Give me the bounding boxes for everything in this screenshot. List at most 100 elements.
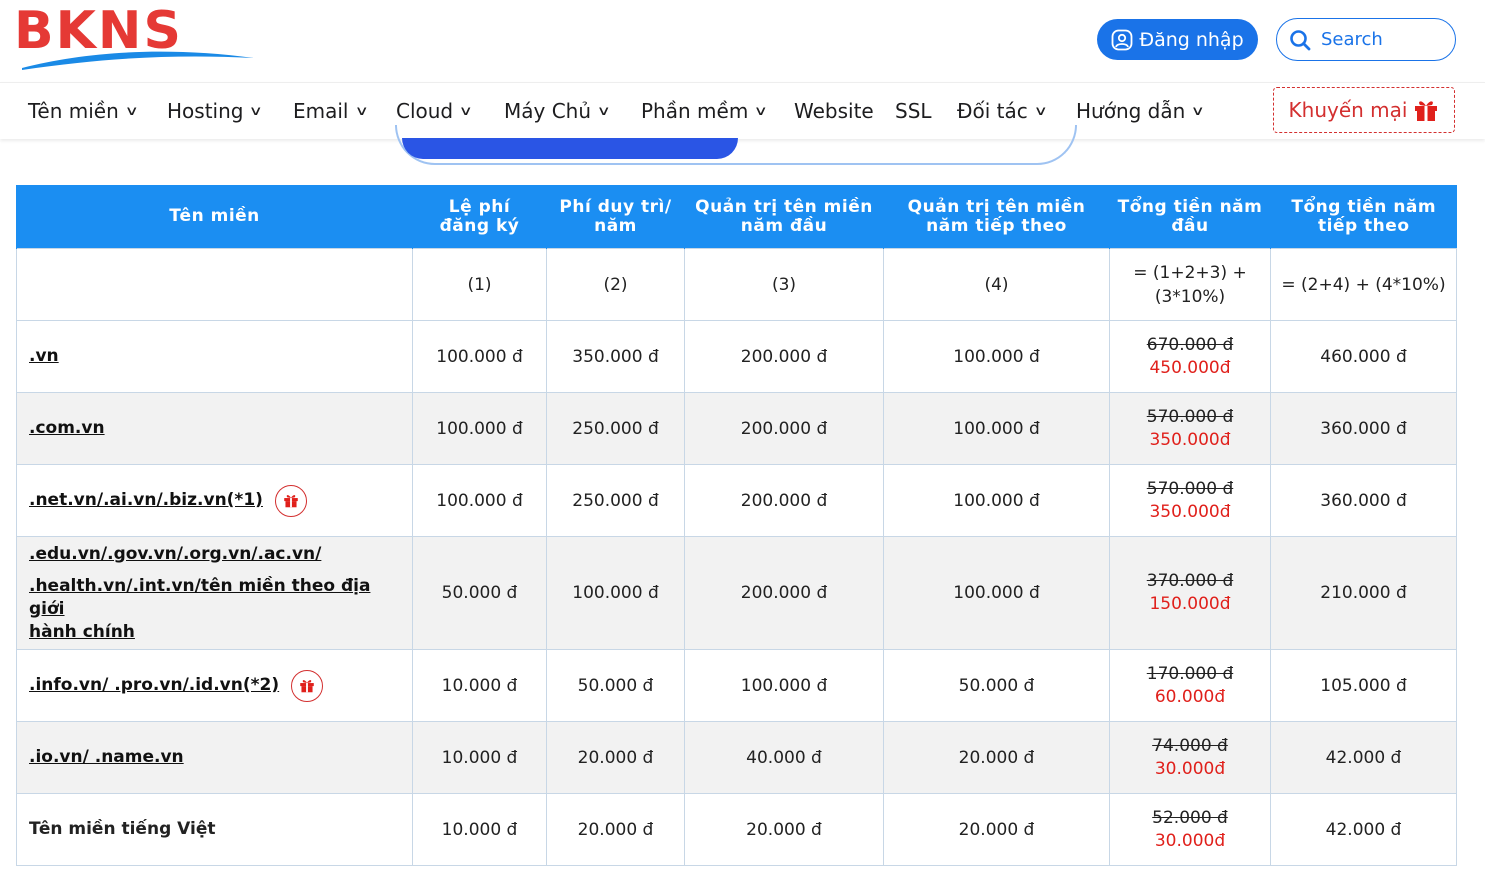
login-button[interactable]: Đăng nhập bbox=[1097, 19, 1258, 60]
domain-link[interactable]: .health.vn/.int.vn/tên miền theo địa giớ… bbox=[29, 576, 370, 619]
price-cell-admin2: 20.000 đ bbox=[883, 793, 1110, 866]
domain-link[interactable]: .info.vn/ .pro.vn/.id.vn(*2) bbox=[29, 675, 279, 695]
nav-label: Hosting bbox=[167, 99, 244, 123]
search-box[interactable] bbox=[1276, 18, 1456, 61]
total-next-year-cell: 360.000 đ bbox=[1270, 392, 1457, 465]
nav-item-hosting[interactable]: Hosting ∨ bbox=[167, 83, 264, 139]
domain-link[interactable]: .io.vn/ .name.vn bbox=[29, 747, 184, 767]
price-cell-maint: 20.000 đ bbox=[546, 793, 685, 866]
domain-label: Tên miền tiếng Việt bbox=[29, 819, 216, 839]
domain-link[interactable]: .vn bbox=[29, 346, 59, 366]
logo-mark: BKNS bbox=[14, 1, 254, 70]
domain-name-cell: .com.vn bbox=[16, 392, 413, 465]
sale-price: 30.000đ bbox=[1154, 830, 1226, 851]
old-price: 170.000 đ bbox=[1146, 663, 1234, 684]
gift-icon[interactable] bbox=[274, 484, 307, 517]
price-cell-admin1: 20.000 đ bbox=[684, 793, 884, 866]
price-cell-admin2: 100.000 đ bbox=[883, 392, 1110, 465]
domain-link[interactable]: .edu.vn/.gov.vn/.org.vn/.ac.vn/ bbox=[29, 544, 321, 564]
col-header-le-phi: Lệ phí đăng ký bbox=[412, 185, 547, 249]
domain-link[interactable]: .net.vn/.ai.vn/.biz.vn(*1) bbox=[29, 490, 263, 510]
old-price: 74.000 đ bbox=[1152, 735, 1228, 756]
formula-cell: = (1+2+3) + (3*10%) bbox=[1109, 248, 1271, 321]
promo-label: Khuyến mại bbox=[1288, 98, 1408, 122]
sale-price: 30.000đ bbox=[1154, 758, 1226, 779]
table-row: .info.vn/ .pro.vn/.id.vn(*2) 10.000 đ 50.0… bbox=[16, 649, 1457, 722]
old-price: 52.000 đ bbox=[1152, 807, 1228, 828]
col-header-quan-tri-nam-tiep: Quản trị tên miền năm tiếp theo bbox=[883, 185, 1110, 249]
total-next-year-cell: 42.000 đ bbox=[1270, 793, 1457, 866]
col-header-tong-nam-dau: Tổng tiền năm đầu bbox=[1109, 185, 1271, 249]
total-next-year-cell: 210.000 đ bbox=[1270, 536, 1457, 650]
price-cell-maint: 350.000 đ bbox=[546, 320, 685, 393]
formula-cell: (3) bbox=[684, 248, 884, 321]
nav-label: Website bbox=[794, 99, 874, 123]
price-cell-reg: 10.000 đ bbox=[412, 649, 547, 722]
total-first-year-cell: 74.000 đ 30.000đ bbox=[1109, 721, 1271, 794]
chevron-down-icon: ∨ bbox=[1033, 103, 1048, 119]
price-cell-reg: 50.000 đ bbox=[412, 536, 547, 650]
col-header-ten-mien: Tên miền bbox=[16, 185, 413, 249]
chevron-down-icon: ∨ bbox=[596, 103, 611, 119]
search-icon[interactable] bbox=[1289, 29, 1311, 51]
chevron-down-icon: ∨ bbox=[249, 103, 264, 119]
hero-tab-active[interactable] bbox=[402, 138, 738, 159]
top-header: BKNS Đăng nhập bbox=[0, 0, 1485, 82]
chevron-down-icon: ∨ bbox=[1190, 103, 1206, 119]
price-cell-admin2: 50.000 đ bbox=[883, 649, 1110, 722]
price-cell-reg: 10.000 đ bbox=[412, 793, 547, 866]
nav-label: Hướng dẫn bbox=[1076, 99, 1186, 123]
domain-name-cell: Tên miền tiếng Việt bbox=[16, 793, 413, 866]
table-row: .io.vn/ .name.vn 10.000 đ 20.000 đ 40.000 đ… bbox=[16, 721, 1457, 794]
domain-name-cell: .io.vn/ .name.vn bbox=[16, 721, 413, 794]
nav-label: Tên miền bbox=[28, 99, 119, 123]
sale-price: 450.000đ bbox=[1149, 357, 1231, 378]
bkns-logo[interactable]: BKNS bbox=[14, 1, 259, 74]
sale-price: 60.000đ bbox=[1154, 686, 1226, 707]
price-cell-reg: 100.000 đ bbox=[412, 320, 547, 393]
domain-name-cell: .vn bbox=[16, 320, 413, 393]
login-label: Đăng nhập bbox=[1139, 28, 1244, 51]
price-cell-admin1: 200.000 đ bbox=[684, 392, 884, 465]
price-cell-reg: 100.000 đ bbox=[412, 464, 547, 537]
domain-link[interactable]: .com.vn bbox=[29, 418, 105, 438]
domain-name-cell: .edu.vn/.gov.vn/.org.vn/.ac.vn/ .health.v… bbox=[16, 536, 413, 650]
price-cell-maint: 50.000 đ bbox=[546, 649, 685, 722]
sale-price: 350.000đ bbox=[1149, 501, 1231, 522]
col-header-tong-nam-tiep: Tổng tiền năm tiếp theo bbox=[1270, 185, 1457, 249]
nav-label: SSL bbox=[895, 99, 932, 123]
formula-cell: (1) bbox=[412, 248, 547, 321]
price-cell-admin1: 200.000 đ bbox=[684, 464, 884, 537]
sale-price: 150.000đ bbox=[1149, 594, 1231, 614]
nav-label: Email bbox=[293, 99, 349, 123]
total-next-year-cell: 105.000 đ bbox=[1270, 649, 1457, 722]
total-next-year-cell: 360.000 đ bbox=[1270, 464, 1457, 537]
nav-item-email[interactable]: Email ∨ bbox=[293, 83, 368, 139]
col-header-phi-duy-tri: Phí duy trì/năm bbox=[546, 185, 685, 249]
promo-button[interactable]: Khuyến mại bbox=[1273, 87, 1455, 133]
table-row: Tên miền tiếng Việt 10.000 đ 20.000 đ 20.00… bbox=[16, 793, 1457, 866]
nav-label: Máy Chủ bbox=[504, 99, 592, 123]
price-cell-admin2: 100.000 đ bbox=[883, 464, 1110, 537]
search-input[interactable] bbox=[1319, 28, 1443, 51]
formula-cell-empty bbox=[16, 248, 413, 321]
col-header-quan-tri-nam-dau: Quản trị tên miền năm đầu bbox=[684, 185, 884, 249]
chevron-down-icon: ∨ bbox=[124, 103, 139, 119]
domain-price-table: Tên miền Lệ phí đăng ký Phí duy trì/năm Q… bbox=[16, 185, 1457, 866]
price-cell-admin1: 200.000 đ bbox=[684, 536, 884, 650]
price-cell-admin2: 100.000 đ bbox=[883, 320, 1110, 393]
nav-item-ten-mien[interactable]: Tên miền ∨ bbox=[28, 83, 139, 139]
nav-item-huong-dan[interactable]: Hướng dẫn ∨ bbox=[1076, 83, 1206, 139]
total-first-year-cell: 670.000 đ 450.000đ bbox=[1109, 320, 1271, 393]
domain-link[interactable]: hành chính bbox=[29, 622, 135, 642]
domain-name-cell: .net.vn/.ai.vn/.biz.vn(*1) bbox=[16, 464, 413, 537]
total-first-year-cell: 570.000 đ 350.000đ bbox=[1109, 392, 1271, 465]
nav-label: Đối tác bbox=[957, 99, 1028, 123]
total-next-year-cell: 42.000 đ bbox=[1270, 721, 1457, 794]
price-cell-admin1: 200.000 đ bbox=[684, 320, 884, 393]
chevron-down-icon: ∨ bbox=[753, 103, 769, 119]
gift-icon[interactable] bbox=[291, 669, 324, 702]
nav-label: Cloud bbox=[396, 99, 454, 123]
price-cell-maint: 250.000 đ bbox=[546, 464, 685, 537]
total-first-year-cell: 570.000 đ 350.000đ bbox=[1109, 464, 1271, 537]
